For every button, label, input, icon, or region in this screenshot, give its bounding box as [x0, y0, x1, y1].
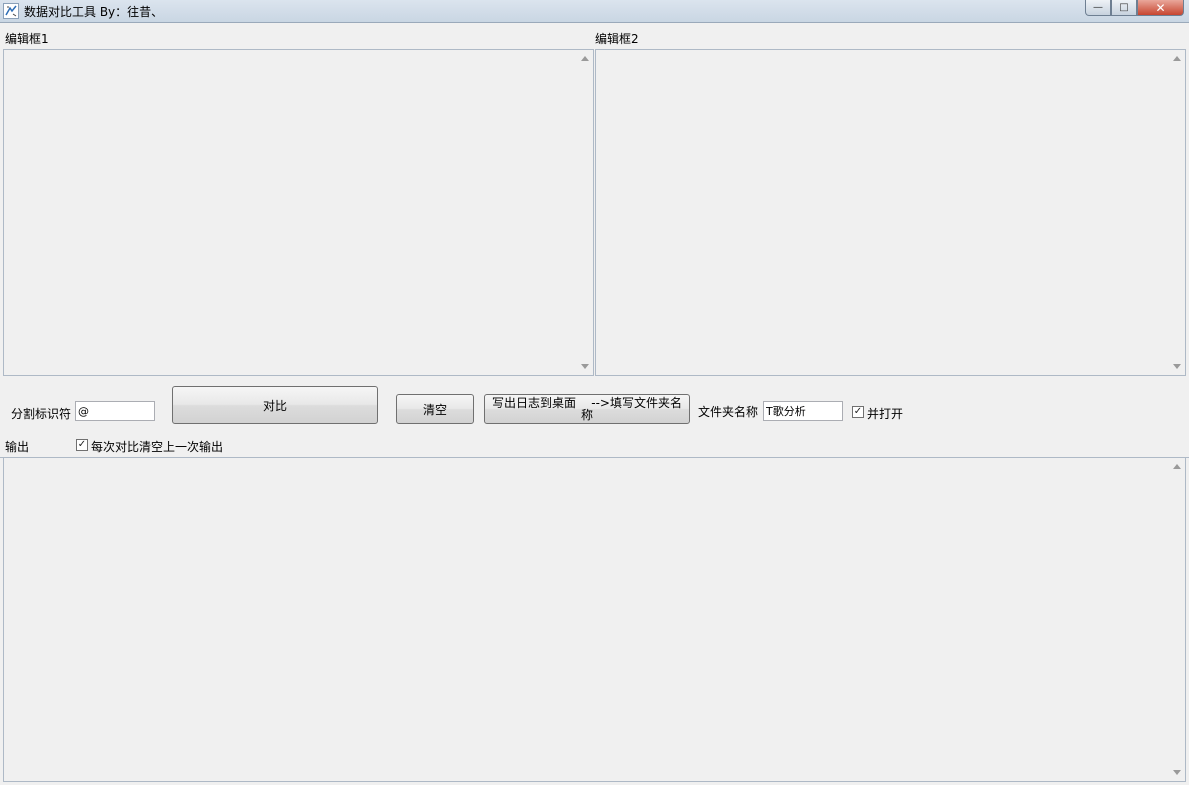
scroll-down-icon[interactable]: [1173, 364, 1181, 369]
editor1-label: 编辑框1: [5, 32, 49, 46]
window-title: 数据对比工具 By：往昔、: [24, 5, 164, 19]
checkmark-icon: ✓: [77, 439, 87, 450]
minimize-icon: —: [1093, 2, 1103, 13]
open-checkbox[interactable]: ✓: [852, 406, 864, 418]
maximize-button[interactable]: □: [1111, 0, 1137, 16]
export-log-button[interactable]: 写出日志到桌面 -->填写文件夹名 称: [484, 394, 690, 424]
scroll-down-icon[interactable]: [1173, 770, 1181, 775]
editor1-textarea[interactable]: [3, 49, 594, 376]
editor2-label: 编辑框2: [595, 32, 639, 46]
clear-button[interactable]: 清空: [396, 394, 474, 424]
editor1-scrollbar[interactable]: [577, 50, 593, 375]
separator-input[interactable]: [75, 401, 155, 421]
output-label: 输出: [5, 440, 30, 454]
output-scrollbar[interactable]: [1169, 458, 1185, 781]
close-button[interactable]: ✕: [1137, 0, 1184, 16]
folder-name-label: 文件夹名称: [698, 405, 759, 419]
clear-button-label: 清空: [422, 402, 447, 417]
maximize-icon: □: [1119, 2, 1129, 13]
compare-button[interactable]: 对比: [172, 386, 378, 424]
clear-each-checkbox[interactable]: ✓: [76, 439, 88, 451]
minimize-button[interactable]: —: [1085, 0, 1111, 16]
editor2-scrollbar[interactable]: [1169, 50, 1185, 375]
scroll-down-icon[interactable]: [581, 364, 589, 369]
output-textarea[interactable]: [3, 458, 1186, 782]
open-checkbox-label: 并打开: [867, 407, 904, 421]
folder-name-input[interactable]: [763, 401, 843, 421]
compare-button-label: 对比: [262, 398, 287, 413]
editor2-textarea[interactable]: [595, 49, 1186, 376]
scroll-up-icon[interactable]: [581, 56, 589, 61]
export-log-button-label-wrap: 称: [580, 408, 593, 422]
close-icon: ✕: [1155, 0, 1166, 15]
clear-each-label: 每次对比清空上一次输出: [91, 440, 224, 454]
title-bar: 数据对比工具 By：往昔、 — □ ✕: [0, 0, 1189, 23]
scroll-up-icon[interactable]: [1173, 56, 1181, 61]
scroll-up-icon[interactable]: [1173, 464, 1181, 469]
checkmark-icon: ✓: [853, 406, 863, 417]
separator-label: 分割标识符: [11, 407, 72, 421]
app-icon: [3, 3, 19, 19]
